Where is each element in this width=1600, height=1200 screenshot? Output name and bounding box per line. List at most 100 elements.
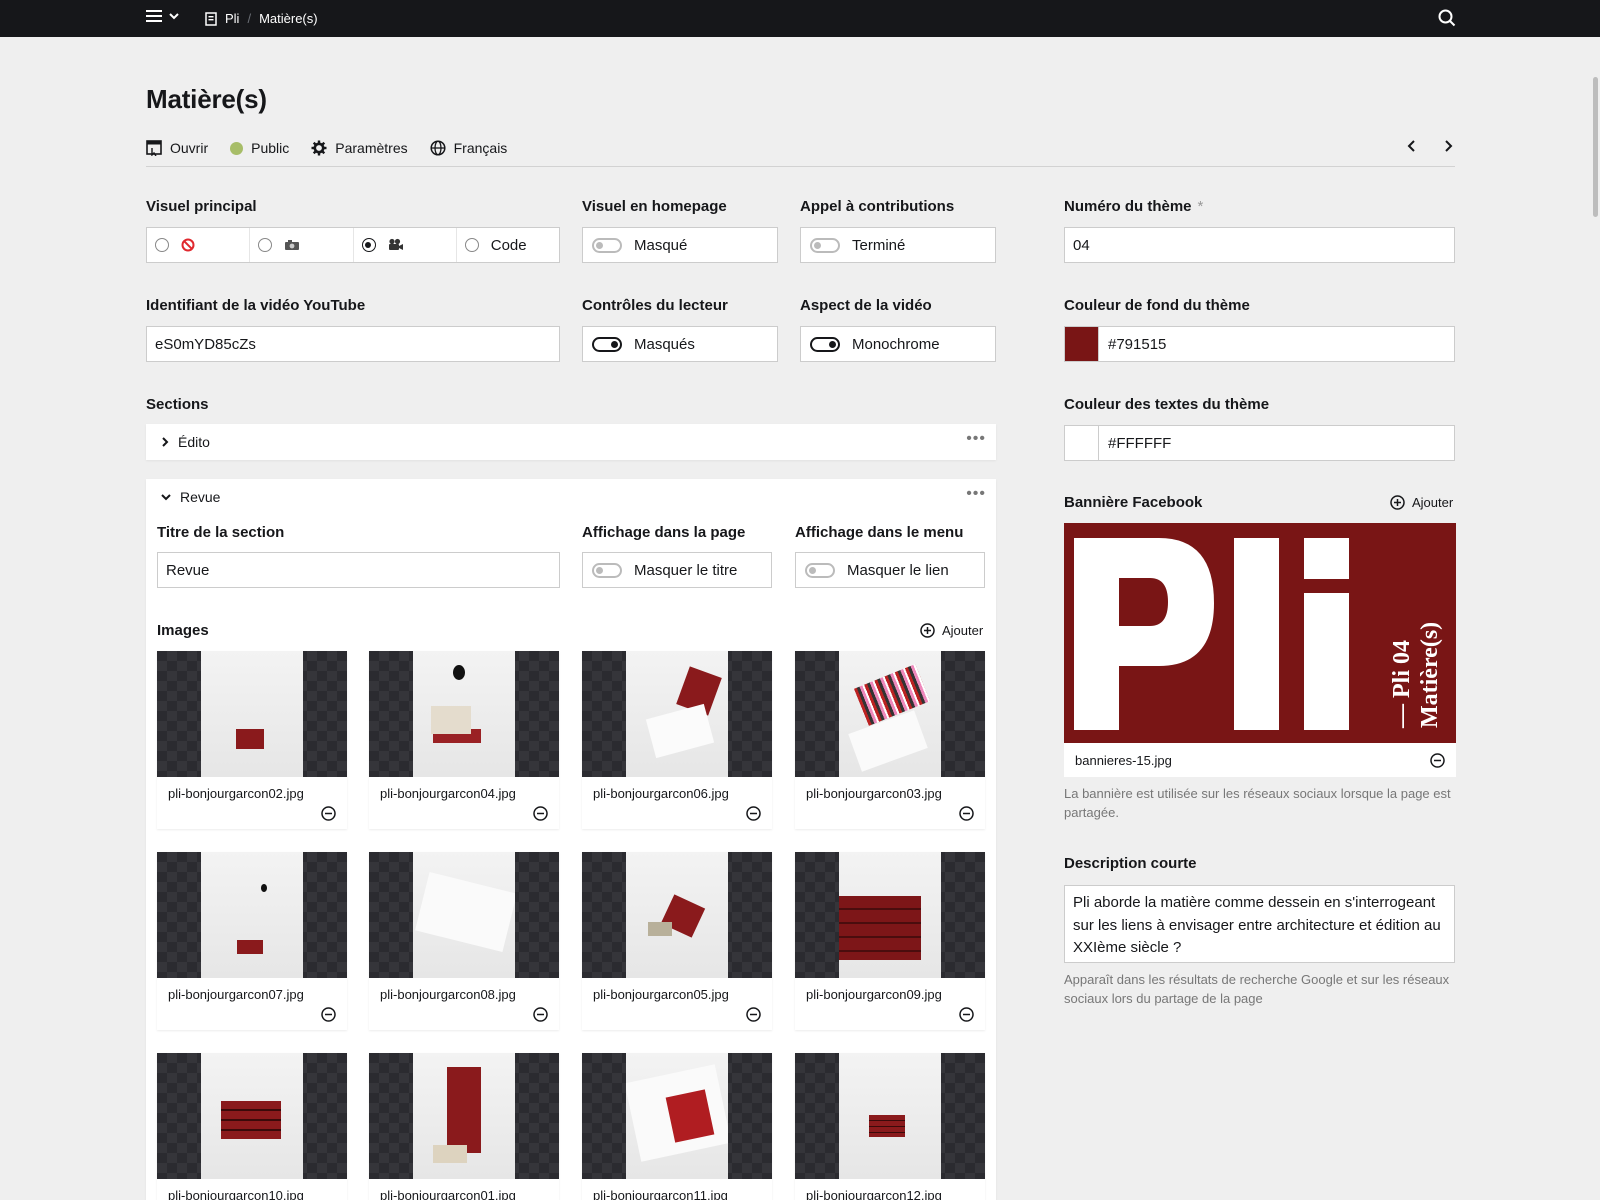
image-card[interactable]: pli-bonjourgarcon02.jpg (157, 651, 347, 829)
next-page-button[interactable] (1441, 139, 1455, 153)
page-display-toggle[interactable]: Masquer le titre (582, 552, 772, 588)
section-edito-menu-button[interactable]: ••• (966, 430, 986, 448)
video-aspect-toggle[interactable]: Monochrome (800, 326, 996, 362)
settings-button[interactable]: Paramètres (311, 138, 408, 158)
image-card[interactable]: pli-bonjourgarcon10.jpg (157, 1053, 347, 1200)
remove-circle-icon[interactable] (321, 1007, 336, 1022)
open-label: Ouvrir (170, 140, 209, 156)
text-color-swatch[interactable] (1065, 426, 1099, 460)
breadcrumb-page[interactable]: Matière(s) (259, 11, 318, 26)
banner-side-text-2: Matière(s) (1417, 622, 1443, 728)
toggle-switch[interactable] (592, 237, 622, 253)
add-banner-button[interactable]: Ajouter (1390, 495, 1453, 510)
image-card[interactable]: pli-bonjourgarcon06.jpg (582, 651, 772, 829)
image-thumbnail[interactable] (157, 1053, 347, 1179)
main-visual-option-video[interactable] (354, 228, 457, 262)
product-photo (839, 852, 941, 978)
image-thumbnail[interactable] (582, 1053, 772, 1179)
plus-circle-icon (920, 623, 935, 638)
menu-button[interactable] (146, 9, 180, 23)
radio-button[interactable] (464, 238, 479, 252)
image-card[interactable]: pli-bonjourgarcon08.jpg (369, 852, 559, 1030)
image-card[interactable]: pli-bonjourgarcon01.jpg (369, 1053, 559, 1200)
player-controls-toggle[interactable]: Masqués (582, 326, 778, 362)
menu-display-toggle[interactable]: Masquer le lien (795, 552, 985, 588)
breadcrumb-site[interactable]: Pli (225, 11, 239, 26)
call-contrib-toggle[interactable]: Terminé (800, 227, 996, 263)
language-button[interactable]: Français (430, 138, 507, 158)
home-visual-label: Visuel en homepage (582, 198, 727, 215)
text-color-field[interactable]: #FFFFFF (1064, 425, 1455, 461)
add-banner-label: Ajouter (1412, 495, 1454, 510)
prev-page-button[interactable] (1405, 139, 1419, 153)
youtube-id-input[interactable]: eS0mYD85cZs (146, 326, 560, 362)
section-edito-toggle[interactable]: Édito (160, 434, 210, 450)
image-thumbnail[interactable] (795, 651, 985, 777)
remove-circle-icon[interactable] (1430, 753, 1445, 768)
image-thumbnail[interactable] (795, 852, 985, 978)
image-card[interactable]: pli-bonjourgarcon04.jpg (369, 651, 559, 829)
status-button[interactable]: Public (230, 138, 289, 158)
image-card[interactable]: pli-bonjourgarcon09.jpg (795, 852, 985, 1030)
topbar: Pli / Matière(s) (0, 0, 1600, 37)
toggle-switch-on[interactable] (592, 336, 622, 352)
toggle-switch[interactable] (810, 237, 840, 253)
product-photo (413, 852, 515, 978)
image-thumbnail[interactable] (582, 651, 772, 777)
home-visual-toggle[interactable]: Masqué (582, 227, 778, 263)
call-contrib-label: Appel à contributions (800, 198, 955, 215)
remove-circle-icon[interactable] (533, 806, 548, 821)
scroll-thumb[interactable] (1593, 77, 1598, 217)
image-thumbnail[interactable] (369, 651, 559, 777)
image-thumbnail[interactable] (157, 852, 347, 978)
page-icon (205, 11, 217, 26)
theme-number-input[interactable]: 04 (1064, 227, 1455, 263)
home-visual-value: Masqué (634, 236, 688, 254)
radio-button-checked[interactable] (361, 238, 376, 252)
image-card[interactable]: pli-bonjourgarcon12.jpg (795, 1053, 985, 1200)
radio-button[interactable] (155, 238, 169, 252)
image-thumbnail[interactable] (369, 1053, 559, 1179)
bg-color-field[interactable]: #791515 (1064, 326, 1455, 362)
section-title-label: Titre de la section (157, 524, 285, 541)
product-photo (413, 651, 515, 777)
main-visual-option-image[interactable] (250, 228, 354, 262)
product-photo (626, 651, 728, 777)
remove-circle-icon[interactable] (746, 1007, 761, 1022)
toggle-switch[interactable] (805, 562, 835, 578)
section-revue-menu-button[interactable]: ••• (966, 485, 986, 503)
youtube-id-value: eS0mYD85cZs (155, 335, 256, 353)
image-filename: pli-bonjourgarcon11.jpg (593, 1188, 728, 1200)
remove-circle-icon[interactable] (959, 1007, 974, 1022)
image-thumbnail[interactable] (157, 651, 347, 777)
image-card[interactable]: pli-bonjourgarcon03.jpg (795, 651, 985, 829)
bg-color-swatch[interactable] (1065, 327, 1099, 361)
facebook-banner-label: Bannière Facebook (1064, 494, 1203, 511)
image-card[interactable]: pli-bonjourgarcon11.jpg (582, 1053, 772, 1200)
facebook-banner-image[interactable]: — Pli 04 Matière(s) (1064, 523, 1456, 743)
search-button[interactable] (1438, 9, 1456, 31)
scrollbar[interactable] (1590, 37, 1600, 1200)
section-revue-toggle[interactable]: Revue (160, 489, 220, 505)
main-visual-option-code[interactable]: Code (457, 228, 559, 262)
product-photo (201, 651, 303, 777)
main-visual-option-none[interactable] (147, 228, 251, 262)
section-edito-title: Édito (178, 434, 210, 450)
image-card[interactable]: pli-bonjourgarcon05.jpg (582, 852, 772, 1030)
toggle-switch[interactable] (592, 562, 622, 578)
remove-circle-icon[interactable] (746, 806, 761, 821)
image-thumbnail[interactable] (795, 1053, 985, 1179)
toggle-switch-on[interactable] (810, 336, 840, 352)
section-title-input[interactable]: Revue (157, 552, 560, 588)
description-textarea[interactable]: Pli aborde la matière comme dessein en s… (1064, 885, 1455, 963)
add-image-button[interactable]: Ajouter (920, 623, 983, 638)
radio-button[interactable] (258, 238, 273, 252)
remove-circle-icon[interactable] (321, 806, 336, 821)
remove-circle-icon[interactable] (959, 806, 974, 821)
remove-circle-icon[interactable] (533, 1007, 548, 1022)
add-image-label: Ajouter (942, 623, 984, 638)
image-thumbnail[interactable] (582, 852, 772, 978)
image-thumbnail[interactable] (369, 852, 559, 978)
open-button[interactable]: Ouvrir (146, 138, 208, 158)
image-card[interactable]: pli-bonjourgarcon07.jpg (157, 852, 347, 1030)
